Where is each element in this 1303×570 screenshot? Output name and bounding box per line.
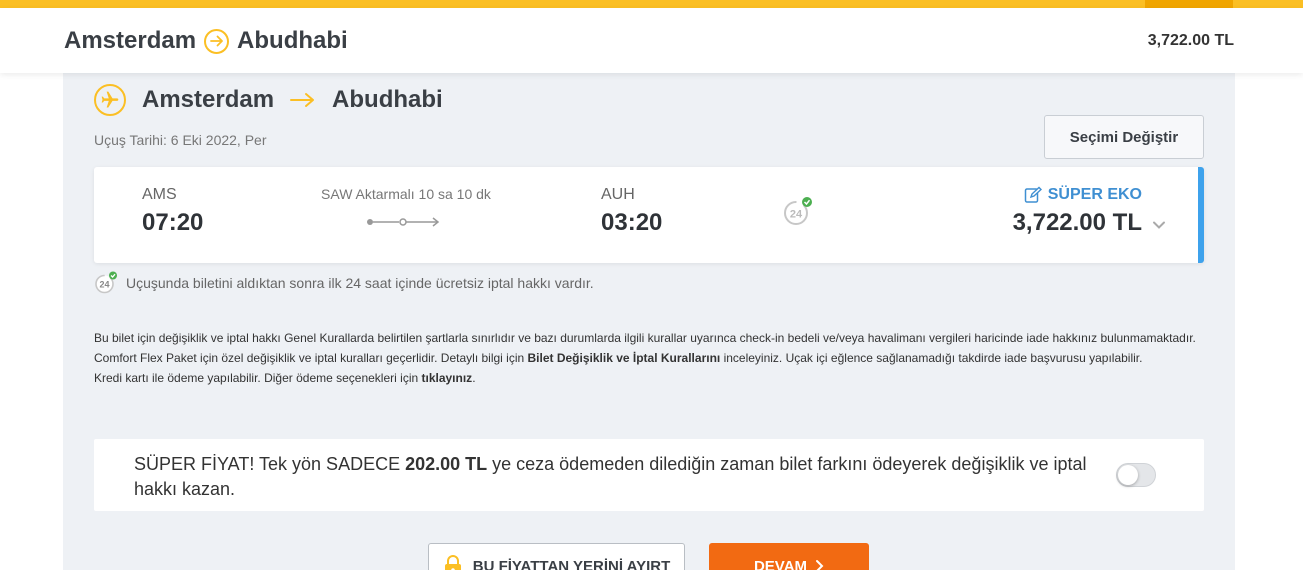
free-cancel-24h-icon: 24 xyxy=(782,196,814,233)
transfer-info: SAW Aktarmalı 10 sa 10 dk xyxy=(321,186,491,202)
fare-price: 3,722.00 TL xyxy=(1012,209,1142,236)
reserve-at-this-price-button[interactable]: BU FİYATTAN YERİNİ AYIRT xyxy=(428,543,685,570)
rules-paragraph-2: Kredi kartı ile ödeme yapılabilir. Diğer… xyxy=(94,368,1204,388)
change-selection-button[interactable]: Seçimi Değiştir xyxy=(1044,115,1204,159)
sticky-origin: Amsterdam xyxy=(64,27,197,54)
super-price-promo: SÜPER FİYAT! Tek yön SADECE 202.00 TL ye… xyxy=(94,439,1204,511)
sticky-header: Amsterdam Abudhabi 3,722.00 TL xyxy=(0,8,1303,73)
arrow-right-circle-icon xyxy=(204,28,230,54)
top-accent-bar xyxy=(0,0,1303,8)
page-margin-left xyxy=(0,73,63,570)
free-cancellation-note: 24 Uçuşunda biletini aldıktan sonra ilk … xyxy=(94,271,594,295)
toggle-knob xyxy=(1118,465,1138,485)
sticky-price: 3,722.00 TL xyxy=(1147,32,1234,49)
payment-options-link[interactable]: tıklayınız xyxy=(422,371,473,385)
lock-icon xyxy=(443,555,463,570)
flight-card[interactable]: AMS 07:20 SAW Aktarmalı 10 sa 10 dk AUH … xyxy=(94,167,1204,263)
rules-paragraph-1: Bu bilet için değişiklik ve iptal hakkı … xyxy=(94,328,1204,368)
route-title: Amsterdam Abudhabi xyxy=(94,82,443,118)
fare-rules-text: Bu bilet için değişiklik ve iptal hakkı … xyxy=(94,328,1204,388)
svg-text:24: 24 xyxy=(99,280,109,290)
rules-text-part: inceleyiniz. Uçak içi eğlence sağlanamad… xyxy=(720,351,1143,365)
route-destination: Abudhabi xyxy=(332,86,443,113)
route-origin: Amsterdam xyxy=(142,86,275,113)
flight-date: Uçuş Tarihi: 6 Eki 2022, Per xyxy=(94,132,267,148)
svg-text:24: 24 xyxy=(790,209,803,221)
sticky-destination: Abudhabi xyxy=(237,27,348,54)
fare-class-label: SÜPER EKO xyxy=(1047,186,1142,203)
promo-text-part: SÜPER FİYAT! Tek yön SADECE xyxy=(134,454,406,474)
promo-toggle[interactable] xyxy=(1116,463,1156,487)
departure-code: AMS xyxy=(142,186,177,203)
free-cancellation-text: Uçuşunda biletini aldıktan sonra ilk 24 … xyxy=(126,275,594,291)
continue-button[interactable]: DEVAM xyxy=(709,543,869,570)
change-cancel-rules-link[interactable]: Bilet Değişiklik ve İptal Kurallarını xyxy=(528,351,721,365)
arrow-right-icon xyxy=(290,92,316,108)
reserve-button-label: BU FİYATTAN YERİNİ AYIRT xyxy=(472,557,671,570)
payment-text-end: . xyxy=(472,371,476,385)
free-cancel-24h-small-icon: 24 xyxy=(94,271,118,295)
fare-class: SÜPER EKO xyxy=(1024,186,1142,204)
top-accent-segment xyxy=(1145,0,1233,8)
arrival-code: AUH xyxy=(601,186,635,203)
chevron-right-icon xyxy=(815,559,824,570)
page-margin-right xyxy=(1235,73,1303,570)
continue-button-label: DEVAM xyxy=(753,557,808,570)
route-line-icon xyxy=(366,215,442,234)
payment-text: Kredi kartı ile ödeme yapılabilir. Diğer… xyxy=(94,371,422,385)
arrival-time: 03:20 xyxy=(601,209,663,236)
departure-time: 07:20 xyxy=(142,209,204,236)
promo-amount: 202.00 TL xyxy=(405,454,488,474)
chevron-down-icon[interactable] xyxy=(1152,217,1166,235)
sticky-route: Amsterdam Abudhabi xyxy=(64,26,348,56)
plane-icon xyxy=(94,84,126,116)
promo-text: SÜPER FİYAT! Tek yön SADECE 202.00 TL ye… xyxy=(134,452,1094,502)
edit-icon xyxy=(1024,186,1042,204)
